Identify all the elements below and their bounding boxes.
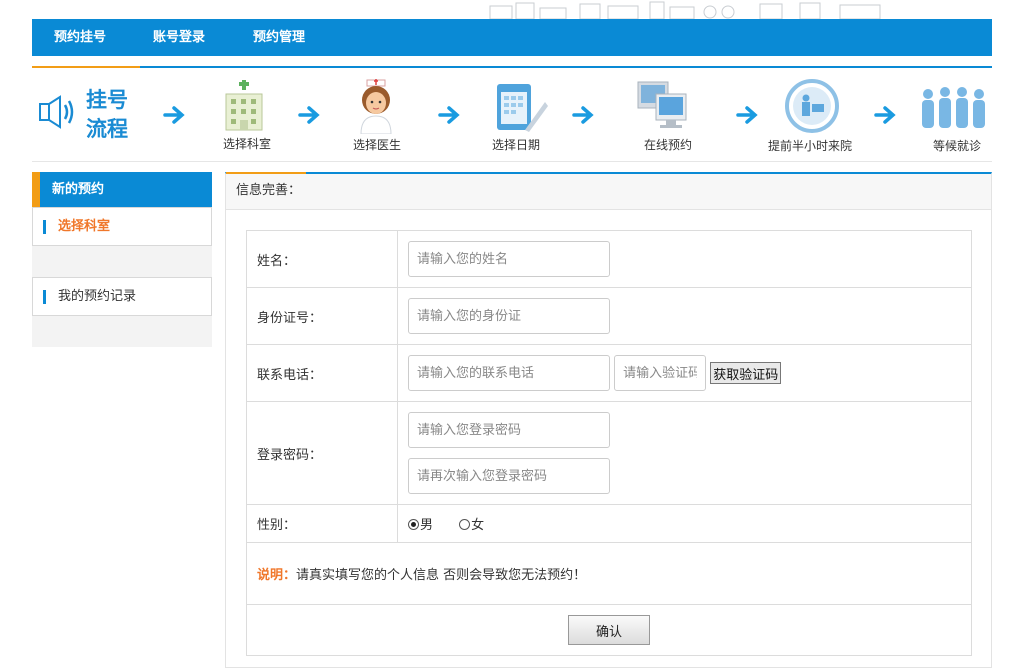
name-input[interactable]: [408, 241, 610, 277]
panel-header: 信息完善：: [226, 172, 991, 210]
id-card-input[interactable]: [408, 298, 610, 334]
form-row-name: 姓名：: [246, 230, 972, 288]
arrow-right-icon: [163, 106, 185, 124]
form-row-phone: 联系电话： 获取验证码: [246, 344, 972, 402]
step-wait: 等候就诊: [933, 139, 982, 153]
get-code-button[interactable]: 获取验证码: [710, 362, 782, 384]
radio-unchecked-icon[interactable]: [459, 519, 471, 530]
calendar-icon: [497, 84, 548, 132]
step-select-doctor: 选择医生: [353, 138, 402, 152]
verification-code-input[interactable]: [614, 355, 707, 391]
sidebar-item-select-department[interactable]: 选择科室: [32, 207, 212, 246]
step-select-department: 选择科室: [223, 137, 272, 151]
top-nav: 预约挂号 账号登录 预约管理: [32, 19, 992, 56]
name-label: 姓名：: [246, 230, 398, 288]
process-title: 挂号 流程: [86, 88, 128, 141]
form-row-id: 身份证号：: [246, 287, 972, 345]
arrow-right-icon: [572, 106, 594, 124]
skyline-decoration: [489, 1, 881, 19]
form-row-password: 登录密码：: [246, 401, 972, 505]
password-label: 登录密码：: [246, 401, 398, 505]
page: 预约挂号 账号登录 预约管理 挂号 流程 选择科室 选择医生 选择日期 在线预约…: [0, 0, 1013, 668]
arrow-right-icon: [874, 106, 896, 124]
radio-checked-icon[interactable]: [408, 519, 419, 530]
nurse-icon: [360, 79, 392, 134]
arrow-right-icon: [438, 106, 460, 124]
note-label: 说明：: [257, 568, 297, 583]
nav-item-appointment[interactable]: 预约挂号: [54, 19, 106, 56]
note: 说明：请真实填写您的个人信息 否则会导致您无法预约！: [246, 542, 972, 605]
arrow-right-icon: [298, 106, 320, 124]
step-select-date: 选择日期: [492, 138, 541, 152]
confirm-password-input[interactable]: [408, 458, 610, 494]
note-text: 请真实填写您的个人信息 否则会导致您无法预约！: [296, 568, 587, 583]
sidebar-header[interactable]: 新的预约: [32, 172, 212, 208]
form-row-note: 说明：请真实填写您的个人信息 否则会导致您无法预约！: [246, 542, 972, 605]
step-online-booking: 在线预约: [644, 138, 693, 152]
computer-icon: [637, 81, 687, 128]
hospital-icon: [225, 80, 263, 131]
sidebar-item-my-records[interactable]: 我的预约记录: [32, 277, 212, 316]
registration-form: 姓名： 身份证号： 联系电话： 获取验证码 登录密码：: [246, 230, 972, 656]
nav-item-manage[interactable]: 预约管理: [253, 19, 305, 56]
phone-label: 联系电话：: [246, 344, 398, 402]
speaker-icon: [39, 95, 74, 129]
form-row-submit: 确认: [246, 604, 972, 656]
phone-input[interactable]: [408, 355, 610, 391]
gender-female-option[interactable]: 女: [459, 518, 484, 533]
step-arrive-early: 提前半小时来院: [768, 139, 853, 153]
password-input[interactable]: [408, 412, 610, 448]
main-panel: 信息完善： 姓名： 身份证号： 联系电话： 获取验证码 登录密码：: [225, 172, 992, 668]
gender-label: 性别：: [246, 504, 398, 543]
gender-male-option[interactable]: 男: [408, 518, 437, 533]
clinic-visit-icon: [785, 79, 839, 133]
arrow-right-icon: [736, 106, 758, 124]
confirm-button[interactable]: 确认: [568, 615, 650, 645]
waiting-people-icon: [922, 87, 985, 128]
nav-item-login[interactable]: 账号登录: [153, 19, 205, 56]
form-row-gender: 性别： 男 女: [246, 504, 972, 543]
id-card-label: 身份证号：: [246, 287, 398, 345]
